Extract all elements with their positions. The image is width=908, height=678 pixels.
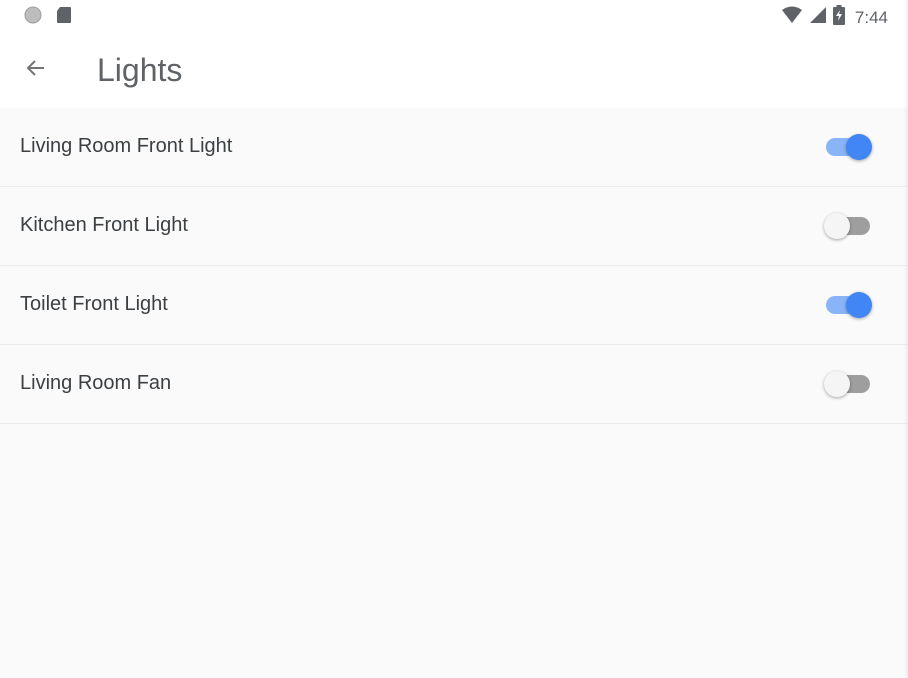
screen: 7:44 Lights Living Room Front Light Kitc…: [0, 0, 908, 678]
cell-signal-icon: [809, 6, 827, 29]
toggle-switch[interactable]: [824, 371, 872, 397]
toggle-switch[interactable]: [824, 213, 872, 239]
page-title: Lights: [97, 52, 183, 88]
status-time: 7:44: [854, 7, 888, 27]
sd-card-icon: [56, 6, 72, 29]
switch-thumb: [824, 213, 850, 239]
list-item[interactable]: Living Room Front Light: [0, 108, 908, 187]
switch-thumb: [846, 134, 872, 160]
list-item-label: Toilet Front Light: [20, 293, 168, 315]
list-item-label: Kitchen Front Light: [20, 214, 188, 236]
status-left: [24, 6, 72, 29]
toggle-switch[interactable]: [824, 292, 872, 318]
wifi-icon: [781, 6, 803, 29]
list-item[interactable]: Toilet Front Light: [0, 266, 908, 345]
switch-thumb: [824, 371, 850, 397]
edge-shadow: [904, 0, 908, 678]
list-item-label: Living Room Front Light: [20, 135, 233, 157]
device-list: Living Room Front Light Kitchen Front Li…: [0, 108, 908, 424]
switch-thumb: [846, 292, 872, 318]
battery-charging-icon: [832, 5, 845, 30]
status-right: 7:44: [781, 5, 888, 30]
list-item[interactable]: Kitchen Front Light: [0, 187, 908, 266]
circle-icon: [24, 6, 42, 29]
status-bar: 7:44: [0, 0, 908, 32]
arrow-back-icon: [24, 56, 48, 85]
app-bar: Lights: [0, 32, 908, 109]
toggle-switch[interactable]: [824, 134, 872, 160]
list-item-label: Living Room Fan: [20, 372, 172, 394]
back-button[interactable]: [16, 50, 56, 90]
list-item[interactable]: Living Room Fan: [0, 345, 908, 424]
